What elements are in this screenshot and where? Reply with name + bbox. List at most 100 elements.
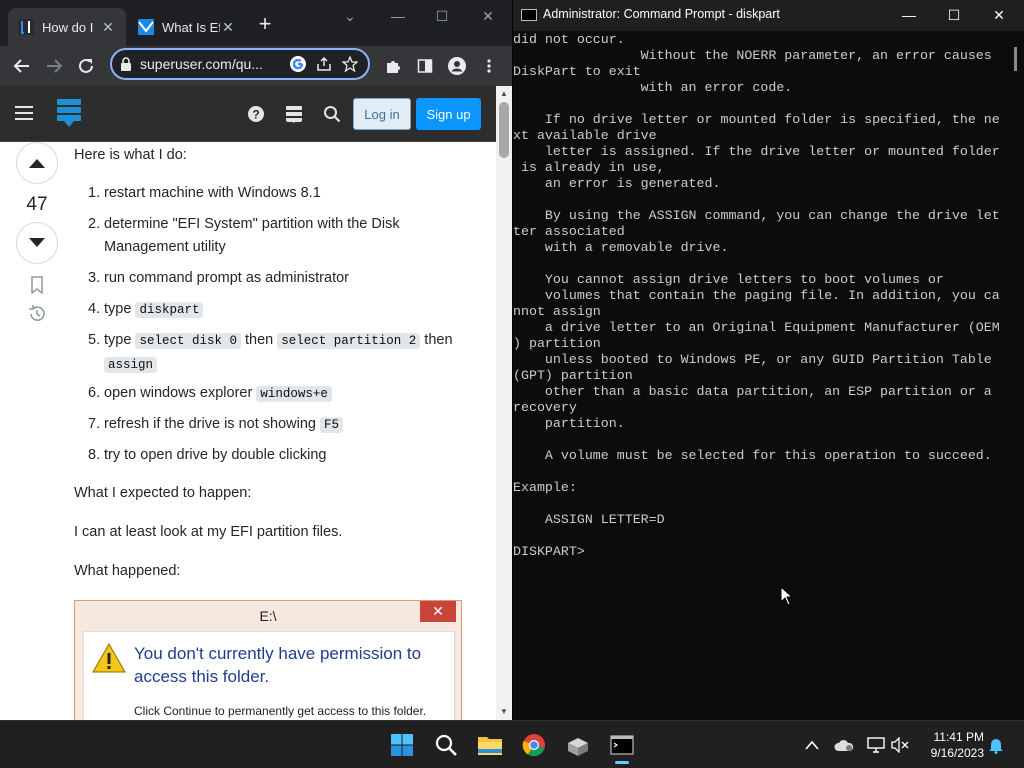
downvote-arrow-icon: [29, 238, 45, 247]
scroll-thumb[interactable]: [499, 102, 509, 158]
command-prompt-window[interactable]: Administrator: Command Prompt - diskpart…: [513, 0, 1024, 720]
taskbar: 11:41 PM 9/16/2023: [0, 720, 1024, 768]
list-text: try to open drive by double clicking: [104, 447, 327, 463]
page-scrollbar[interactable]: ▲ ▼: [496, 86, 512, 720]
scroll-down-arrow-icon[interactable]: ▼: [496, 704, 512, 720]
vote-count: 47: [26, 194, 48, 215]
svg-text:?: ?: [252, 108, 259, 122]
upvote-arrow-icon: [29, 159, 45, 168]
chrome-menu-button[interactable]: [477, 54, 501, 78]
scroll-up-arrow-icon[interactable]: ▲: [496, 86, 512, 102]
console-line: ASSIGN LETTER=D: [513, 512, 665, 527]
expected-text: I can at least look at my EFI partition …: [74, 524, 343, 540]
bookmark-star-icon[interactable]: [340, 54, 360, 74]
history-icon[interactable]: [27, 304, 47, 324]
share-icon[interactable]: [314, 54, 334, 74]
google-lens-icon[interactable]: [288, 54, 308, 74]
cmd-titlebar[interactable]: Administrator: Command Prompt - diskpart…: [513, 0, 1024, 31]
list-text: refresh if the drive is not showing: [104, 416, 320, 432]
dialog-sub-text: Click Continue to permanently get access…: [134, 704, 427, 718]
site-favicon-icon: [138, 19, 154, 35]
dialog-main-line: access this folder.: [134, 667, 270, 686]
console-line: did not occur.: [513, 32, 625, 47]
chrome-window: How do I ✕ What Is Ef ✕ + ⌄ — ☐ ✕ superu…: [0, 0, 512, 720]
console-scrollbar[interactable]: [1010, 31, 1024, 720]
console-output[interactable]: did not occur. Without the NOERR paramet…: [513, 31, 1010, 720]
forward-arrow-icon: [47, 59, 63, 73]
maximize-button[interactable]: ☐: [428, 8, 456, 26]
list-number: 7.: [88, 416, 101, 432]
login-button[interactable]: Log in: [353, 98, 411, 130]
signup-button[interactable]: Sign up: [416, 98, 481, 130]
console-line: ) partition: [513, 336, 601, 351]
stack-exchange-sites-icon[interactable]: [282, 102, 306, 126]
upvote-button[interactable]: [16, 142, 58, 184]
maximize-button[interactable]: ☐: [934, 4, 974, 26]
file-explorer-button[interactable]: [474, 729, 506, 761]
list-number: 4.: [88, 301, 101, 317]
inline-code: F5: [320, 417, 344, 433]
list-text: run command prompt as administrator: [104, 270, 349, 286]
profile-avatar-icon: [448, 57, 466, 75]
minimize-button[interactable]: —: [384, 8, 412, 26]
close-button[interactable]: ✕: [474, 8, 502, 26]
minimize-button[interactable]: —: [889, 4, 929, 26]
list-number: 3.: [88, 270, 101, 286]
console-line: is already in use,: [513, 160, 665, 175]
permission-dialog-screenshot: E:\ ✕ You don't currently have permissio…: [74, 600, 462, 720]
side-panel-button[interactable]: [413, 54, 437, 78]
console-line: with an error code.: [513, 80, 793, 95]
close-button[interactable]: ✕: [979, 4, 1019, 26]
start-button[interactable]: [386, 729, 418, 761]
list-text: open windows explorer: [104, 385, 257, 401]
help-icon[interactable]: ?: [244, 102, 268, 126]
list-item: 2. determine "EFI System" partition with…: [74, 213, 466, 259]
url-text: superuser.com/qu...: [140, 56, 263, 72]
search-icon[interactable]: [320, 102, 344, 126]
profile-button[interactable]: [445, 54, 469, 78]
reload-button[interactable]: [74, 54, 98, 78]
console-line: partition.: [513, 416, 625, 431]
back-button[interactable]: [10, 54, 34, 78]
list-number: 2.: [88, 216, 101, 232]
close-tab-icon[interactable]: ✕: [100, 19, 116, 36]
tab-what-is-efi[interactable]: What Is Ef ✕: [128, 8, 246, 46]
console-line: other than a basic data partition, an ES…: [513, 384, 992, 399]
tray-chevron-up-icon[interactable]: [802, 735, 822, 755]
taskbar-search-button[interactable]: [430, 729, 462, 761]
post-content: 47 Here is what I do: 1. restart machine…: [0, 142, 496, 720]
reload-icon: [79, 58, 93, 73]
chrome-icon: [522, 734, 545, 757]
scroll-thumb[interactable]: [1014, 47, 1017, 71]
post-intro: Here is what I do:: [74, 147, 187, 163]
close-tab-icon[interactable]: ✕: [220, 19, 236, 36]
list-text: type: [104, 332, 136, 348]
taskbar-clock[interactable]: 11:41 PM 9/16/2023: [918, 729, 984, 761]
console-line: If no drive letter or mounted folder is …: [513, 112, 1000, 127]
app-taskbar-button[interactable]: [562, 729, 594, 761]
bookmark-icon[interactable]: [29, 276, 45, 294]
forward-button[interactable]: [42, 54, 66, 78]
downvote-button[interactable]: [16, 222, 58, 264]
new-tab-button[interactable]: +: [254, 13, 276, 36]
tab-search-chevron-icon[interactable]: ⌄: [336, 8, 364, 26]
superuser-logo-icon[interactable]: [56, 97, 82, 129]
display-icon[interactable]: [866, 735, 886, 755]
extensions-button[interactable]: [381, 54, 405, 78]
address-bar[interactable]: superuser.com/qu...: [110, 48, 370, 80]
notification-bell-icon[interactable]: [986, 735, 1006, 755]
console-line: with a removable drive.: [513, 240, 729, 255]
chrome-taskbar-button[interactable]: [518, 729, 550, 761]
cmd-window-title: Administrator: Command Prompt - diskpart: [543, 7, 780, 21]
command-prompt-icon: [521, 9, 537, 21]
dialog-close-icon: ✕: [420, 601, 456, 622]
command-prompt-taskbar-button[interactable]: [606, 729, 638, 764]
tab-how-do-i[interactable]: How do I ✕: [8, 8, 126, 46]
hamburger-menu-icon[interactable]: [14, 104, 34, 122]
windows-start-icon: [391, 734, 413, 756]
console-line: nnot assign: [513, 304, 601, 319]
tab-strip: How do I ✕ What Is Ef ✕ + ⌄ — ☐ ✕: [0, 0, 512, 46]
inline-code: select disk 0: [135, 333, 241, 349]
onedrive-icon[interactable]: [834, 735, 854, 755]
volume-muted-icon[interactable]: [890, 735, 910, 755]
